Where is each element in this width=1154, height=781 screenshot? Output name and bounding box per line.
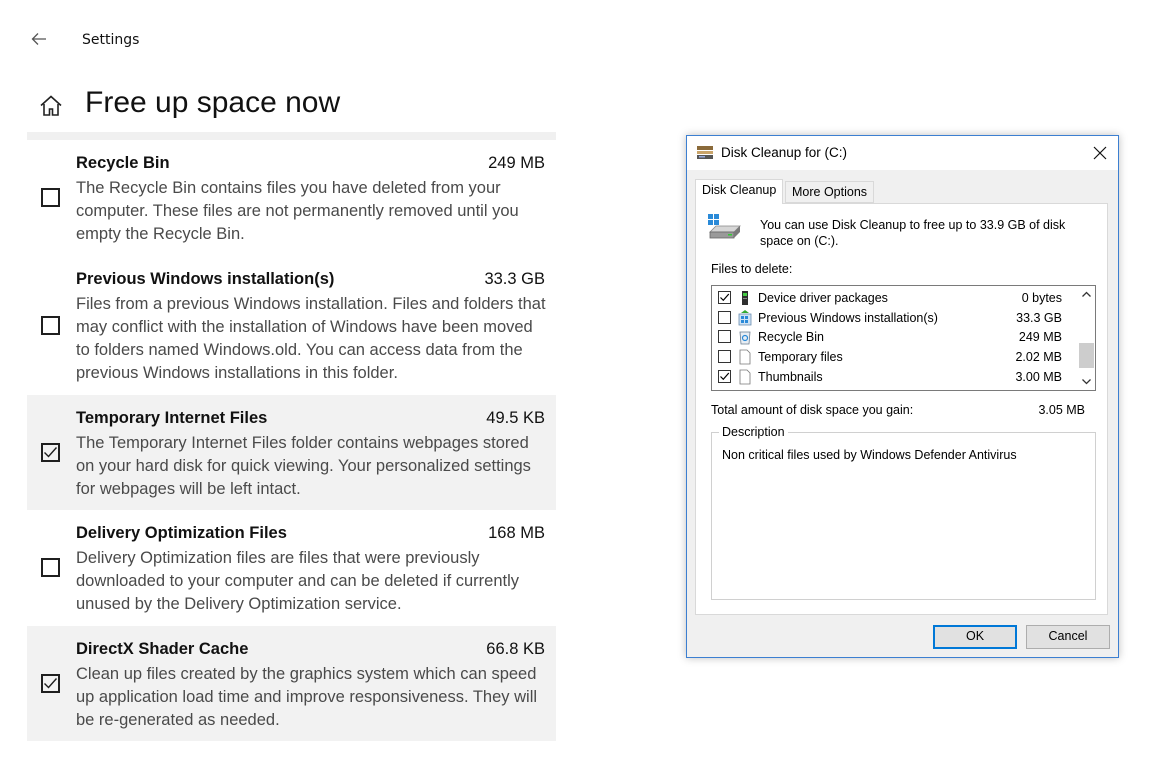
cleanup-item-size: 49.5 KB xyxy=(486,408,545,427)
file-row-size: 2.02 MB xyxy=(1015,350,1062,365)
file-row-name: Device driver packages xyxy=(758,291,888,305)
cleanup-item-previous-windows[interactable]: Previous Windows installation(s) 33.3 GB… xyxy=(27,256,556,395)
files-to-delete-list[interactable]: Device driver packages 0 bytes Previous … xyxy=(711,285,1096,391)
close-button[interactable] xyxy=(1082,136,1118,170)
home-icon xyxy=(38,93,64,119)
close-icon xyxy=(1093,146,1107,160)
cleanup-item-name: Recycle Bin xyxy=(76,154,170,172)
cleanup-item-name: DirectX Shader Cache xyxy=(76,639,249,658)
cleanup-item-recycle-bin[interactable]: Recycle Bin 249 MB The Recycle Bin conta… xyxy=(27,140,556,256)
file-row-size: 3.00 MB xyxy=(1015,369,1062,384)
scroll-thumb[interactable] xyxy=(1079,343,1094,368)
cleanup-item-name: Delivery Optimization Files xyxy=(76,524,287,542)
dialog-title: Disk Cleanup for (C:) xyxy=(721,145,848,160)
cleanup-item-description: Files from a previous Windows installati… xyxy=(76,294,546,382)
scroll-up-arrow-icon[interactable] xyxy=(1078,286,1095,303)
file-row-size: 249 MB xyxy=(1018,330,1062,345)
file-icon xyxy=(738,369,752,385)
windows-installation-icon xyxy=(738,309,752,326)
driver-icon xyxy=(738,290,752,306)
cleanup-item-description: The Recycle Bin contains files you have … xyxy=(76,179,519,243)
file-row-device-driver-packages[interactable]: Device driver packages 0 bytes xyxy=(718,288,1068,308)
total-space-label: Total amount of disk space you gain: xyxy=(711,403,914,417)
disk-cleanup-dialog: Disk Cleanup for (C:) Disk Cleanup More … xyxy=(686,135,1119,658)
dialog-titlebar[interactable]: Disk Cleanup for (C:) xyxy=(687,136,1118,170)
file-row-recycle-bin[interactable]: Recycle Bin 249 MB xyxy=(718,327,1068,347)
file-row-size: 0 bytes xyxy=(1021,291,1062,305)
description-text: Non critical files used by Windows Defen… xyxy=(722,448,1017,462)
cleanup-item-checkbox[interactable] xyxy=(41,315,60,335)
cleanup-item-size: 33.3 GB xyxy=(484,269,545,288)
cleanup-item-name: Temporary Internet Files xyxy=(76,408,268,427)
file-row-checkbox[interactable] xyxy=(718,369,731,383)
file-row-name: Temporary files xyxy=(758,350,843,365)
back-arrow-icon[interactable] xyxy=(29,29,49,49)
cleanup-item-size: 249 MB xyxy=(488,154,545,172)
cleanup-item-description: Clean up files created by the graphics s… xyxy=(76,664,538,729)
file-row-checkbox[interactable] xyxy=(718,291,731,304)
cleanup-item-checkbox[interactable] xyxy=(41,558,60,577)
intro-text: You can use Disk Cleanup to free up to 3… xyxy=(760,218,1066,248)
file-row-name: Previous Windows installation(s) xyxy=(758,310,938,325)
recycle-bin-icon xyxy=(738,329,752,345)
settings-header-label: Settings xyxy=(82,32,140,48)
cleanup-item-description: Delivery Optimization files are files th… xyxy=(76,549,520,613)
cleanup-item-checkbox[interactable] xyxy=(41,188,60,207)
cleanup-item-checkbox[interactable] xyxy=(41,442,60,462)
total-space-value: 3.05 MB xyxy=(1038,403,1085,417)
cleanup-item-description: The Temporary Internet Files folder cont… xyxy=(76,433,531,498)
file-icon xyxy=(738,349,752,365)
file-row-thumbnails[interactable]: Thumbnails 3.00 MB xyxy=(718,367,1068,387)
cleanup-items-list: Recycle Bin 249 MB The Recycle Bin conta… xyxy=(27,140,556,741)
file-row-name: Thumbnails xyxy=(758,369,823,384)
ok-button[interactable]: OK xyxy=(933,625,1017,649)
file-row-size: 33.3 GB xyxy=(1016,310,1062,325)
files-to-delete-label: Files to delete: xyxy=(711,262,793,276)
tab-disk-cleanup[interactable]: Disk Cleanup xyxy=(695,179,784,204)
cleanup-item-checkbox[interactable] xyxy=(41,673,60,693)
list-top-divider xyxy=(27,132,556,140)
tab-more-options[interactable]: More Options xyxy=(785,181,875,203)
file-row-checkbox[interactable] xyxy=(718,310,731,324)
cleanup-item-size: 168 MB xyxy=(488,524,545,542)
description-legend: Description xyxy=(719,425,788,439)
list-scrollbar[interactable] xyxy=(1078,286,1095,390)
scroll-down-arrow-icon[interactable] xyxy=(1078,373,1095,390)
file-row-temporary-files[interactable]: Temporary files 2.02 MB xyxy=(718,347,1068,367)
page-title: Free up space now xyxy=(85,86,341,119)
cleanup-item-delivery-optimization[interactable]: Delivery Optimization Files 168 MB Deliv… xyxy=(27,510,556,626)
file-row-checkbox[interactable] xyxy=(718,330,731,344)
file-row-checkbox[interactable] xyxy=(718,350,731,364)
cleanup-item-name: Previous Windows installation(s) xyxy=(76,269,335,288)
drive-icon xyxy=(706,212,742,242)
cleanup-item-temporary-internet-files[interactable]: Temporary Internet Files 49.5 KB The Tem… xyxy=(27,394,556,510)
cleanup-item-size: 66.8 KB xyxy=(486,639,545,658)
file-row-name: Recycle Bin xyxy=(758,330,824,345)
cleanup-item-directx-shader-cache[interactable]: DirectX Shader Cache 66.8 KB Clean up fi… xyxy=(27,625,556,741)
cancel-button[interactable]: Cancel xyxy=(1026,625,1110,649)
disk-cleanup-icon xyxy=(696,144,714,160)
file-row-previous-windows[interactable]: Previous Windows installation(s) 33.3 GB xyxy=(718,308,1068,328)
